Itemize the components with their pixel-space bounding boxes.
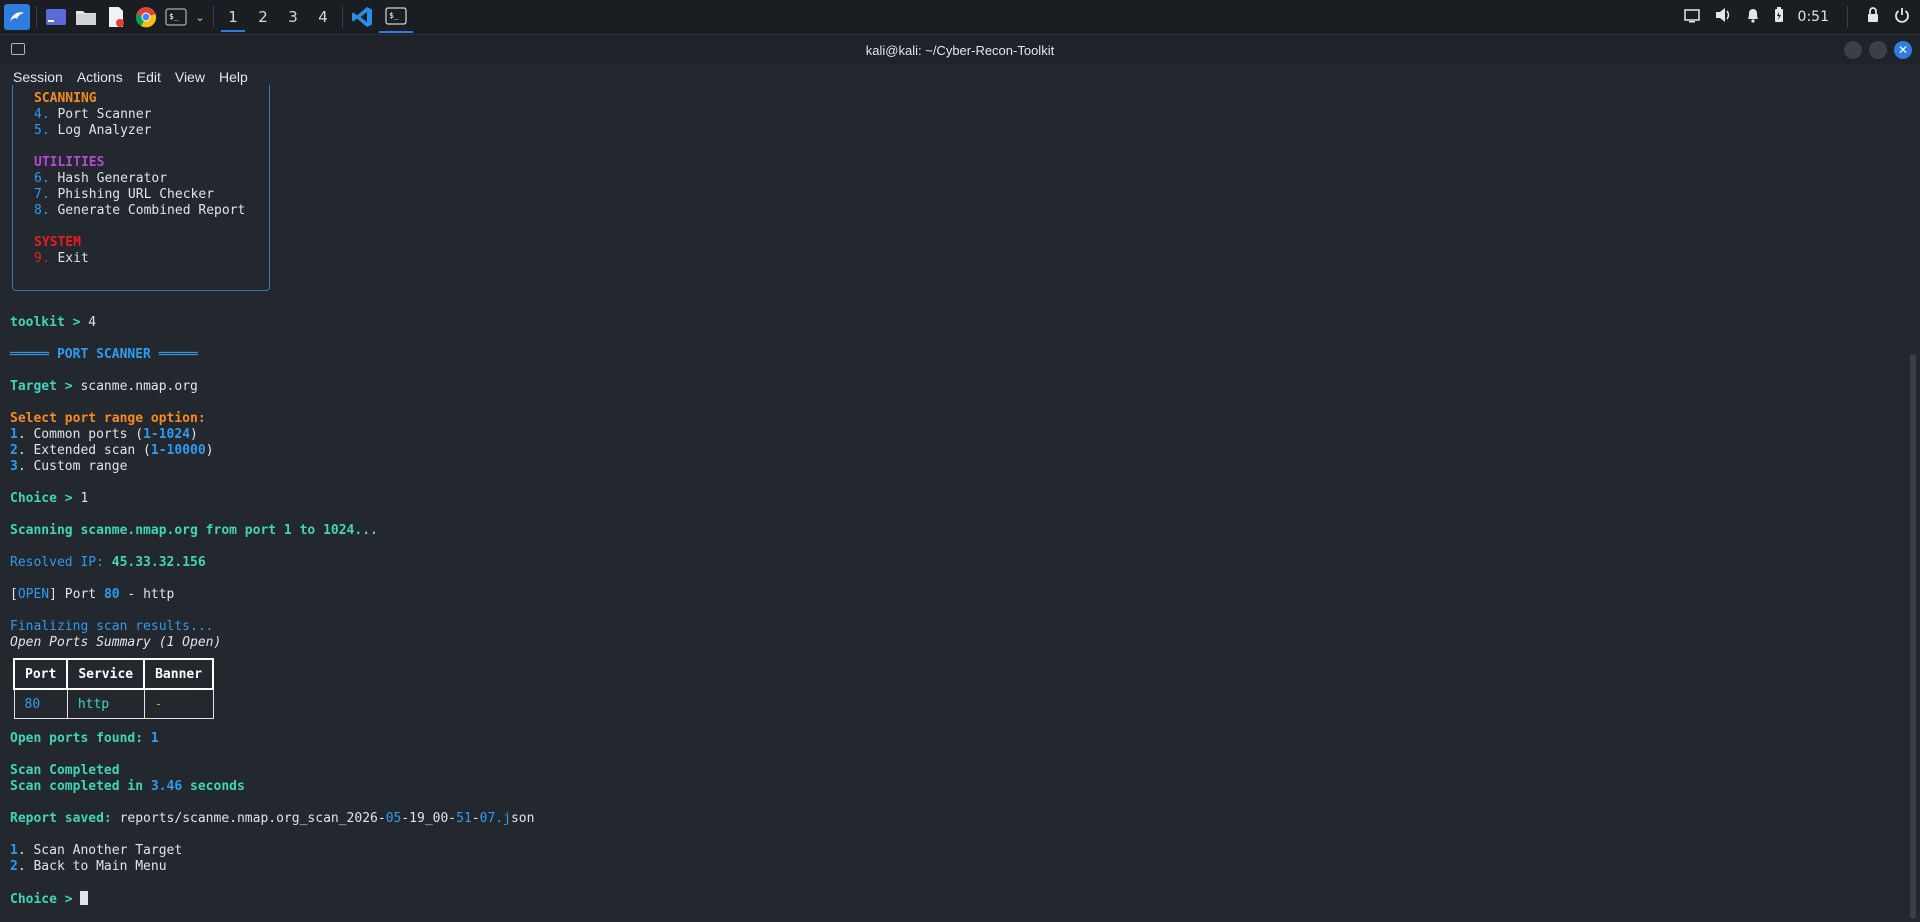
battery-icon[interactable] [1774, 7, 1784, 27]
terminal-scrollbar[interactable] [1909, 89, 1917, 922]
menu-item-phishing-checker: 7. Phishing URL Checker [34, 187, 215, 202]
port-scanner-banner: ═════ PORT SCANNER ═════ [10, 347, 198, 362]
file-manager-icon[interactable] [73, 4, 99, 30]
menu-section-utilities: UTILITIES [34, 155, 105, 170]
vscode-icon[interactable] [349, 4, 375, 30]
volume-icon[interactable] [1714, 7, 1732, 27]
maximize-button[interactable] [1869, 41, 1887, 59]
workspace-1[interactable]: 1 [218, 2, 248, 32]
terminal-output[interactable]: SCANNING 4. Port Scanner 5. Log Analyzer… [0, 85, 1920, 922]
workspace-3[interactable]: 3 [278, 2, 308, 32]
svg-text:$_: $_ [389, 11, 399, 20]
desktop-icon[interactable] [43, 4, 69, 30]
chevron-down-icon[interactable]: ⌄ [193, 4, 207, 30]
menu-section-system: SYSTEM [34, 235, 81, 250]
close-icon: ✕ [1897, 43, 1909, 57]
report-saved: Report saved: reports/scanme.nmap.org_sc… [10, 811, 535, 826]
menu-item-hash-generator: 6. Hash Generator [34, 171, 168, 186]
next-option-1: 1. Scan Another Target [10, 843, 183, 858]
menu-edit[interactable]: Edit [137, 69, 161, 85]
menu-session[interactable]: Session [13, 69, 63, 85]
kali-dragon-icon[interactable] [4, 4, 30, 30]
taskbar-separator [36, 6, 37, 28]
summary-title: Open Ports Summary (1 Open) [10, 635, 222, 650]
resolved-ip: Resolved IP: 45.33.32.156 [10, 555, 206, 570]
final-prompt[interactable]: Choice > [10, 891, 89, 908]
clock[interactable]: 0:51 [1798, 9, 1829, 25]
table-header-service: Service [66, 658, 146, 690]
lock-icon[interactable] [1866, 7, 1880, 27]
menu-bar: Session Actions Edit View Help [0, 65, 1920, 89]
select-range-heading: Select port range option: [10, 411, 206, 426]
workspace-4[interactable]: 4 [308, 2, 338, 32]
choice-prompt: Choice > 1 [10, 491, 89, 506]
table-header-banner: Banner [143, 658, 215, 690]
range-option-3: 3. Custom range [10, 459, 128, 474]
table-header-port: Port [12, 658, 69, 690]
terminal-window-icon[interactable]: $_ [379, 1, 413, 33]
menu-view[interactable]: View [175, 69, 205, 85]
workspace-2[interactable]: 2 [248, 2, 278, 32]
taskbar-separator [1847, 6, 1848, 28]
menu-item-combined-report: 8. Generate Combined Report [34, 203, 246, 218]
scrollbar-thumb[interactable] [1910, 354, 1916, 919]
open-ports-found: Open ports found: 1 [10, 731, 159, 746]
range-option-1: 1. Common ports (1-1024) [10, 427, 198, 442]
chrome-icon[interactable] [133, 4, 159, 30]
taskbar: $_ ⌄ 1 2 3 4 $_ 0:51 [0, 0, 1920, 35]
menu-section-scanning: SCANNING [34, 91, 97, 106]
workspace-label: 1 [228, 8, 238, 26]
taskbar-separator [213, 6, 214, 28]
minimize-button[interactable] [1844, 41, 1862, 59]
menu-item-exit: 9. Exit [34, 251, 89, 266]
table-cell-port: 80 [13, 688, 68, 719]
window-title: kali@kali: ~/Cyber-Recon-Toolkit [865, 42, 1055, 58]
range-option-2: 2. Extended scan (1-10000) [10, 443, 214, 458]
table-cell-banner: - [143, 688, 214, 719]
taskbar-separator [342, 6, 343, 28]
open-ports-table: Port Service Banner 80 http - [12, 658, 215, 719]
system-tray: 0:51 [1683, 0, 1920, 34]
menu-item-log-analyzer: 5. Log Analyzer [34, 123, 152, 138]
text-editor-icon[interactable] [103, 4, 129, 30]
window-controls: ✕ [1844, 41, 1912, 59]
menu-item-port-scanner: 4. Port Scanner [34, 107, 152, 122]
svg-text:$_: $_ [169, 12, 179, 21]
table-row: 80 http - [13, 688, 214, 719]
scan-completed: Scan Completed [10, 763, 120, 778]
display-icon[interactable] [1683, 8, 1700, 27]
scan-time: Scan completed in 3.46 seconds [10, 779, 245, 794]
table-header-row: Port Service Banner [12, 658, 215, 690]
menu-help[interactable]: Help [219, 69, 248, 85]
open-port-line: [OPEN] Port 80 - http [10, 587, 175, 602]
terminal-window-icon [11, 43, 25, 55]
next-option-2: 2. Back to Main Menu [10, 859, 167, 874]
table-cell-service: http [66, 688, 145, 719]
terminal-icon[interactable]: $_ [163, 4, 189, 30]
close-button[interactable]: ✕ [1894, 41, 1912, 59]
scanning-message: Scanning scanme.nmap.org from port 1 to … [10, 523, 378, 538]
finalizing-message: Finalizing scan results... [10, 619, 214, 634]
target-prompt: Target > scanme.nmap.org [10, 379, 198, 394]
toolkit-prompt: toolkit > 4 [10, 315, 97, 330]
window-titlebar[interactable]: kali@kali: ~/Cyber-Recon-Toolkit ✕ [0, 35, 1920, 65]
workspace-label: 3 [288, 8, 298, 26]
power-icon[interactable] [1894, 7, 1910, 27]
menu-actions[interactable]: Actions [77, 69, 123, 85]
workspace-label: 4 [318, 8, 328, 26]
bell-icon[interactable] [1746, 7, 1760, 27]
workspace-label: 2 [258, 8, 268, 26]
text-cursor [80, 891, 89, 905]
